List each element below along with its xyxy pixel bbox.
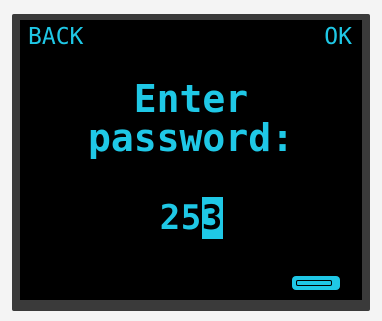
battery-level: [296, 280, 332, 286]
password-entry[interactable]: 253: [20, 197, 362, 239]
back-softkey[interactable]: BACK: [28, 24, 83, 50]
prompt-subtitle: password:: [88, 116, 294, 160]
password-digit-3-cursor[interactable]: 3: [201, 197, 223, 239]
prompt-title: Enter: [133, 77, 249, 121]
device-bezel: BACK OK Enter password: 253: [0, 0, 382, 321]
display-screen: BACK OK Enter password: 253: [20, 20, 362, 300]
ok-softkey[interactable]: OK: [324, 24, 352, 50]
battery-icon: [292, 276, 340, 290]
password-digit-2[interactable]: 5: [181, 197, 202, 239]
password-digit-1[interactable]: 2: [160, 197, 181, 239]
